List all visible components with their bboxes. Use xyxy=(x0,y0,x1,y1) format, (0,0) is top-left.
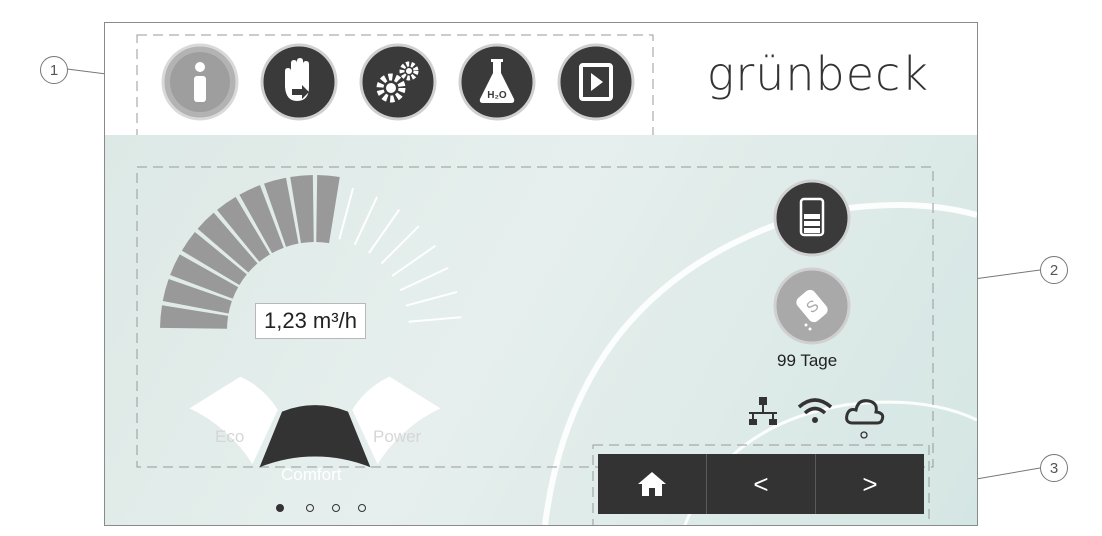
cloud-icon xyxy=(845,399,885,425)
mode-segment-power xyxy=(352,376,441,465)
pager-dot-3[interactable] xyxy=(332,504,340,512)
pager-dot-2[interactable] xyxy=(306,504,314,512)
mode-segment-eco xyxy=(189,376,278,465)
gauge-segment-filled xyxy=(316,175,340,244)
mode-power[interactable]: Power xyxy=(373,427,421,447)
figure: 1 2 3 H₂O grünbeck 1,23 m³/h Eco Comfort… xyxy=(0,0,1102,536)
wifi-icon xyxy=(797,398,833,423)
mode-eco[interactable]: Eco xyxy=(215,427,244,447)
pager-dot-1[interactable] xyxy=(276,504,284,512)
brand-logo: grünbeck xyxy=(706,47,929,101)
pager-dot-4[interactable] xyxy=(358,504,366,512)
settings-gears-icon[interactable] xyxy=(359,43,437,121)
header: H₂O grünbeck xyxy=(105,23,977,135)
gauge-segment-empty xyxy=(405,290,458,307)
gauge-segment-empty xyxy=(338,187,355,240)
gauge-segment-empty xyxy=(399,266,449,292)
water-test-flask-icon[interactable]: H₂O xyxy=(458,43,536,121)
svg-text:H₂O: H₂O xyxy=(487,90,507,101)
navigation-bar: < > xyxy=(598,454,924,514)
home-button[interactable] xyxy=(598,454,707,514)
device-screen: H₂O grünbeck 1,23 m³/h Eco Comfort Power… xyxy=(104,22,978,526)
home-icon xyxy=(638,472,666,496)
network-icon xyxy=(749,397,777,425)
callout-2: 2 xyxy=(1040,256,1068,284)
callout-3: 3 xyxy=(1040,454,1068,482)
logout-icon[interactable] xyxy=(557,43,635,121)
flow-value: 1,23 m³/h xyxy=(255,303,366,339)
info-icon[interactable] xyxy=(161,43,239,121)
gauge-segment-empty xyxy=(368,209,401,254)
gauge-segment-empty xyxy=(408,316,462,323)
gauge-segment-empty xyxy=(391,244,436,277)
next-button[interactable]: > xyxy=(816,454,924,514)
storage-battery-icon[interactable] xyxy=(773,179,851,257)
manual-hand-icon[interactable] xyxy=(260,43,338,121)
gauge-segment-empty xyxy=(353,196,379,246)
mode-segment-comfort xyxy=(259,405,371,468)
salt-days-remaining: 99 Tage xyxy=(777,351,838,370)
previous-button[interactable]: < xyxy=(707,454,816,514)
gauge-segment-empty xyxy=(380,225,420,265)
mode-comfort[interactable]: Comfort xyxy=(281,465,341,485)
salt-icon[interactable]: S xyxy=(773,267,851,345)
connectivity-icons xyxy=(749,397,885,439)
